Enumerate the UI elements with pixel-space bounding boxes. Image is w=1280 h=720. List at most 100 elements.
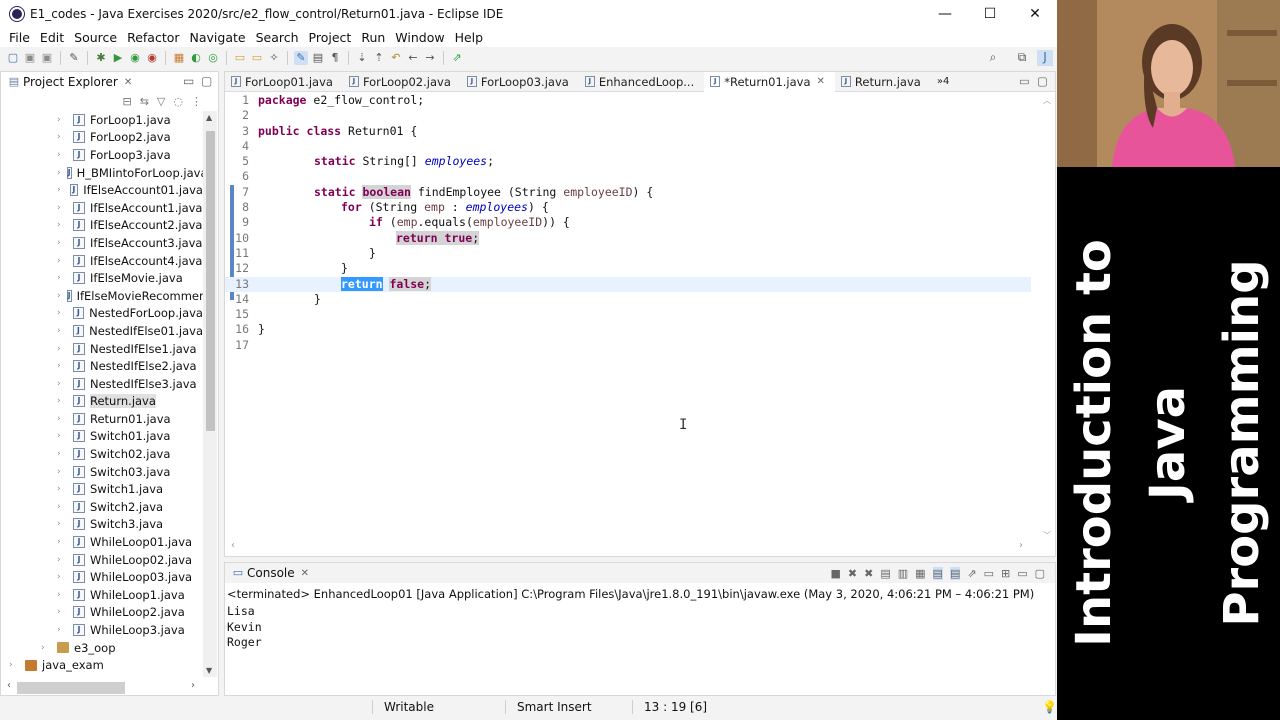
tree-item-project[interactable]: › java_exam xyxy=(1,656,203,674)
pin-console-icon[interactable]: ⇗ xyxy=(967,567,976,580)
tab-enhancedloop[interactable]: J EnhancedLoop... xyxy=(579,72,704,92)
explorer-horizontal-scrollbar[interactable]: ‹ › xyxy=(5,680,201,694)
expand-arrow-icon[interactable]: › xyxy=(57,361,67,371)
expand-arrow-icon[interactable]: › xyxy=(57,502,67,512)
filter-icon[interactable]: ▽ xyxy=(157,95,165,108)
word-wrap-icon[interactable]: ▦ xyxy=(915,567,925,580)
toggle-mark-occurrences-icon[interactable]: ✎ xyxy=(294,51,308,65)
editor-horizontal-scrollbar[interactable]: ‹ › xyxy=(229,540,1029,554)
expand-arrow-icon[interactable]: › xyxy=(57,590,67,600)
coverage-icon[interactable]: ◉ xyxy=(128,51,142,65)
new-icon[interactable]: ▢ xyxy=(6,51,20,65)
search-tool-icon[interactable]: ✧ xyxy=(267,51,281,65)
tree-item[interactable]: › J NestedForLoop.java xyxy=(1,305,203,323)
tree-item[interactable]: › J Switch02.java xyxy=(1,445,203,463)
new-package-icon[interactable]: ◐ xyxy=(189,51,203,65)
tree-item[interactable]: › J IfElseAccount2.java xyxy=(1,217,203,235)
minimize-button[interactable]: — xyxy=(922,0,968,28)
scroll-up-icon[interactable]: ▲ xyxy=(206,113,212,122)
tab-forloop02[interactable]: J ForLoop02.java xyxy=(343,72,461,92)
expand-arrow-icon[interactable]: › xyxy=(9,660,19,670)
focus-icon[interactable]: ◌ xyxy=(173,95,183,108)
expand-arrow-icon[interactable]: › xyxy=(57,449,67,459)
tab-forloop03[interactable]: J ForLoop03.java xyxy=(461,72,579,92)
scroll-left-icon[interactable]: ‹ xyxy=(7,680,11,691)
project-explorer-tab[interactable]: ▤ Project Explorer ✕ ▭ ▢ xyxy=(1,72,218,92)
expand-arrow-icon[interactable]: › xyxy=(57,396,67,406)
tree-item[interactable]: › J ForLoop3.java xyxy=(1,146,203,164)
console-output[interactable]: Lisa Kevin Roger xyxy=(227,604,262,651)
show-on-output-icon[interactable]: ▤ xyxy=(932,567,943,580)
open-perspective-icon[interactable]: ⧉ xyxy=(1014,50,1030,66)
tree-item[interactable]: › J WhileLoop2.java xyxy=(1,604,203,622)
tree-item[interactable]: › J IfElseMovie.java xyxy=(1,269,203,287)
expand-arrow-icon[interactable]: › xyxy=(57,203,67,213)
open-task-icon[interactable]: ▭ xyxy=(250,51,264,65)
next-annotation-icon[interactable]: ⇣ xyxy=(355,51,369,65)
remove-launch-icon[interactable]: ✖ xyxy=(848,567,857,580)
tree-item[interactable]: › J ForLoop2.java xyxy=(1,129,203,147)
remove-all-terminated-icon[interactable]: ✖ xyxy=(864,567,873,580)
pin-editor-icon[interactable]: ⇗ xyxy=(450,51,464,65)
editor-vertical-scrollbar[interactable]: ︿ ﹀ xyxy=(1039,93,1055,543)
show-on-error-icon[interactable]: ▤ xyxy=(949,567,961,580)
menu-project[interactable]: Project xyxy=(304,30,357,45)
maximize-view-icon[interactable]: ▢ xyxy=(1037,74,1048,88)
tree-item[interactable]: › J Switch03.java xyxy=(1,463,203,481)
tree-item[interactable]: › J Switch01.java xyxy=(1,428,203,446)
close-icon[interactable]: ✕ xyxy=(301,568,309,579)
expand-arrow-icon[interactable]: › xyxy=(57,168,61,178)
minimize-view-icon[interactable]: ▭ xyxy=(1019,74,1030,88)
tree-item[interactable]: › J NestedIfElse01.java xyxy=(1,322,203,340)
skip-breakpoints-icon[interactable]: ✎ xyxy=(67,51,81,65)
expand-arrow-icon[interactable]: › xyxy=(57,484,67,494)
tree-item[interactable]: › J WhileLoop02.java xyxy=(1,551,203,569)
expand-arrow-icon[interactable]: › xyxy=(57,115,67,125)
menu-navigate[interactable]: Navigate xyxy=(185,30,251,45)
collapse-all-icon[interactable]: ⊟ xyxy=(122,95,131,108)
menu-edit[interactable]: Edit xyxy=(35,30,69,45)
scrollbar-thumb[interactable] xyxy=(17,682,125,694)
expand-arrow-icon[interactable]: › xyxy=(57,150,67,160)
explorer-vertical-scrollbar[interactable]: ▲ ▼ xyxy=(203,111,217,677)
tree-item[interactable]: › J IfElseMovieRecommen xyxy=(1,287,203,305)
scroll-down-icon[interactable]: ▼ xyxy=(206,666,212,675)
display-console-icon[interactable]: ▭ xyxy=(984,567,994,580)
scroll-lock-icon[interactable]: ▥ xyxy=(898,567,908,580)
tab-overflow-button[interactable]: »4 xyxy=(931,72,959,92)
expand-arrow-icon[interactable]: › xyxy=(57,256,67,266)
close-icon[interactable]: ✕ xyxy=(817,76,825,87)
java-perspective-icon[interactable]: J xyxy=(1037,50,1053,66)
maximize-button[interactable]: ☐ xyxy=(967,0,1013,28)
tree-item[interactable]: › J Return01.java xyxy=(1,410,203,428)
menu-source[interactable]: Source xyxy=(69,30,122,45)
clear-console-icon[interactable]: ▤ xyxy=(880,567,890,580)
notification-bulb-icon[interactable]: 💡 xyxy=(1042,700,1057,714)
menu-file[interactable]: File xyxy=(4,30,35,45)
expand-arrow-icon[interactable]: › xyxy=(57,291,61,301)
tree-item[interactable]: › J WhileLoop03.java xyxy=(1,568,203,586)
expand-arrow-icon[interactable]: › xyxy=(57,625,67,635)
expand-arrow-icon[interactable]: › xyxy=(57,431,67,441)
tree-item[interactable]: › J IfElseAccount01.java xyxy=(1,181,203,199)
expand-arrow-icon[interactable]: › xyxy=(57,344,67,354)
link-with-editor-icon[interactable]: ⇆ xyxy=(140,95,149,108)
expand-arrow-icon[interactable]: › xyxy=(57,238,67,248)
menu-window[interactable]: Window xyxy=(390,30,449,45)
code-area[interactable]: 1 package e2_flow_control; 2 3 public clas… xyxy=(225,93,1031,543)
tree-item[interactable]: › J WhileLoop01.java xyxy=(1,533,203,551)
scrollbar-thumb[interactable] xyxy=(206,131,215,431)
menu-search[interactable]: Search xyxy=(251,30,304,45)
run-icon[interactable]: ▶ xyxy=(111,51,125,65)
tree-item[interactable]: › J IfElseAccount1.java xyxy=(1,199,203,217)
forward-icon[interactable]: → xyxy=(423,51,437,65)
debug-icon[interactable]: ✱ xyxy=(94,51,108,65)
external-tools-icon[interactable]: ◉ xyxy=(145,51,159,65)
tree-item-selected[interactable]: › J Return.java xyxy=(1,393,203,411)
tab-return[interactable]: J Return.java xyxy=(835,72,931,92)
search-icon[interactable]: ⌕ xyxy=(985,50,1001,66)
show-whitespace-icon[interactable]: ¶ xyxy=(328,51,342,65)
expand-arrow-icon[interactable]: › xyxy=(57,414,67,424)
tab-forloop01[interactable]: J ForLoop01.java xyxy=(225,72,343,92)
expand-arrow-icon[interactable]: › xyxy=(57,572,67,582)
